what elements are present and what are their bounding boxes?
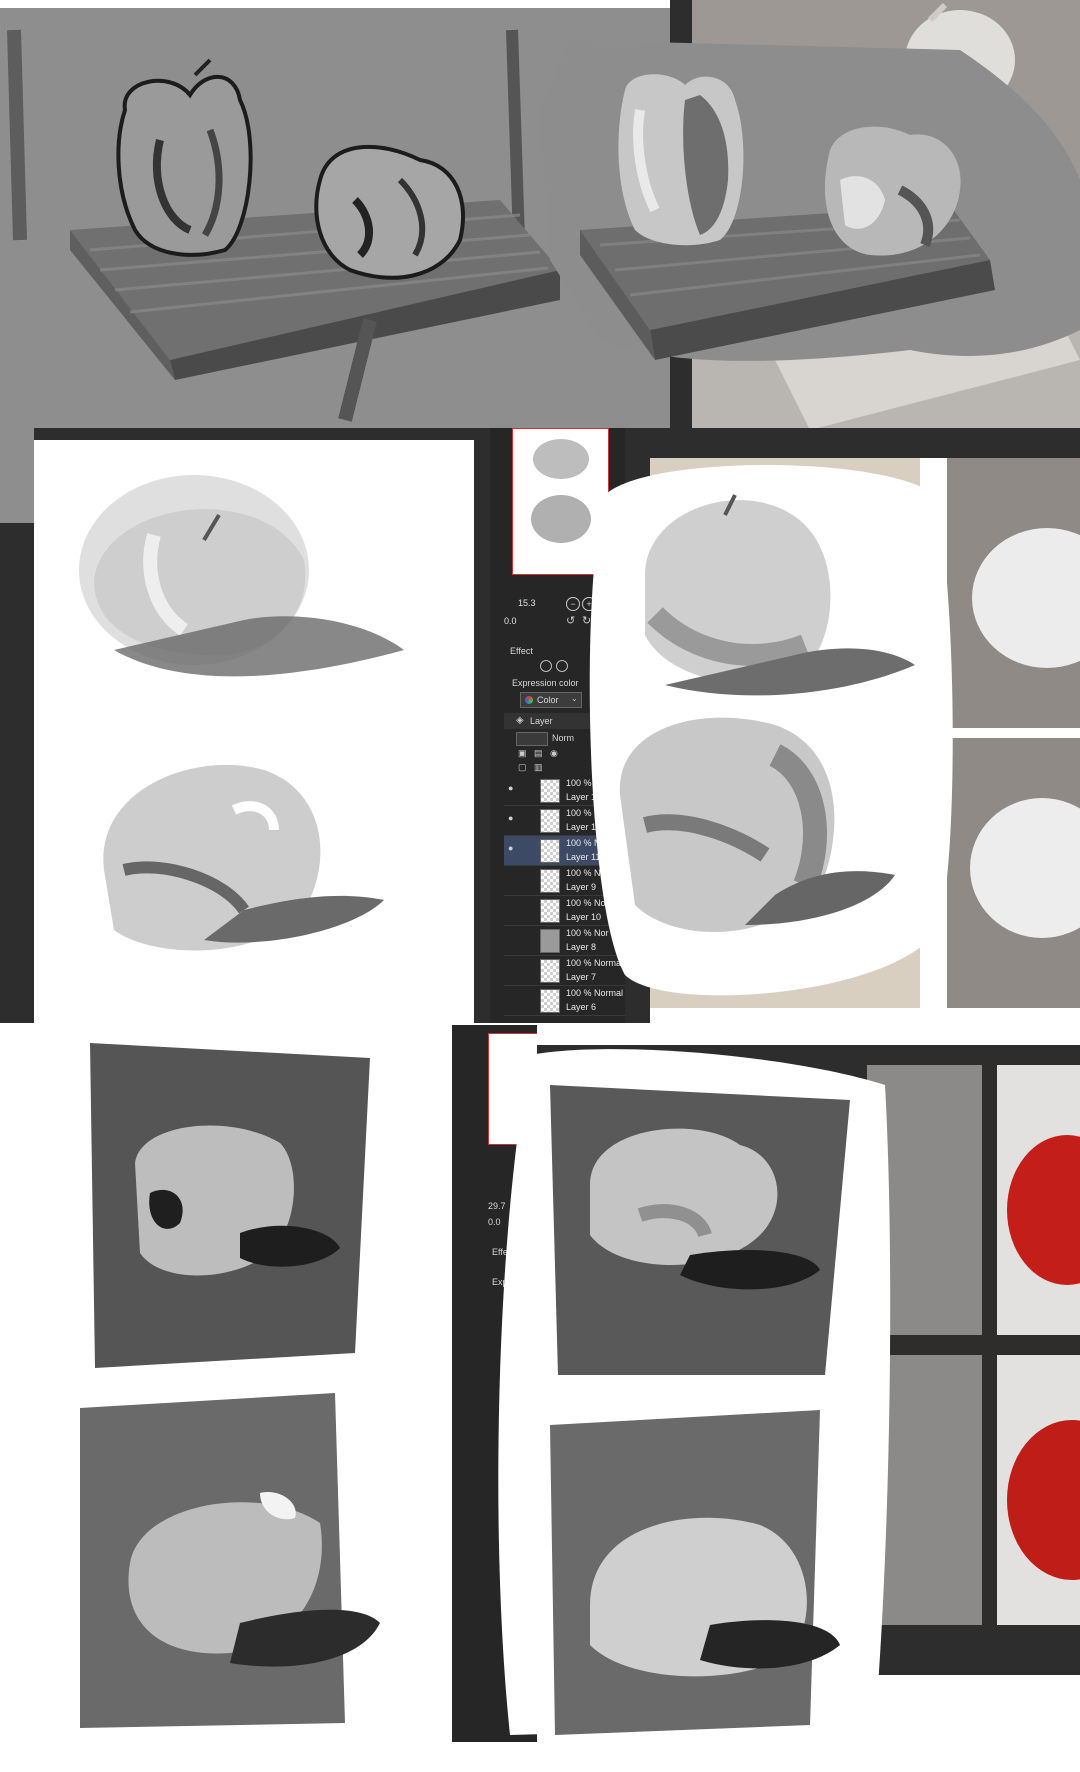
- layer-thumbnail: [540, 959, 560, 983]
- layer-thumbnail: [540, 869, 560, 893]
- ref-photo-red-2: [997, 1355, 1080, 1625]
- reference-apple-1: [972, 528, 1080, 668]
- zoom-out-icon[interactable]: −: [566, 597, 580, 611]
- layer-thumbnail: [540, 809, 560, 833]
- eye-icon[interactable]: ●: [508, 813, 518, 823]
- layer-thumbnail: [540, 839, 560, 863]
- painted-board-overlay: [540, 30, 1080, 370]
- ref-photo-red-1: [997, 1065, 1080, 1335]
- reference-photo-bottom-right: [947, 738, 1080, 1008]
- red-apple-2: [1007, 1420, 1080, 1580]
- layer-stack-icon: ◈: [516, 715, 524, 726]
- clip-icon[interactable]: ▤: [534, 748, 543, 759]
- lock-icon[interactable]: ▣: [518, 748, 527, 759]
- layer-thumbnail: [540, 929, 560, 953]
- new-layer-icon[interactable]: ▢: [518, 762, 527, 773]
- blend-mode-value: Norm: [552, 733, 574, 743]
- expression-color-value: Color: [537, 695, 559, 705]
- color-swatch-icon: [525, 696, 533, 704]
- rotate-value[interactable]: 0.0: [504, 616, 517, 626]
- painted-apples-overlay: [585, 455, 955, 1010]
- painted-values-drawing: [498, 1049, 891, 1735]
- rotate-left-icon[interactable]: ↺: [566, 614, 575, 627]
- layer-thumbnail: [540, 899, 560, 923]
- blend-mode-select[interactable]: [516, 732, 548, 746]
- effect-border-icon[interactable]: [540, 660, 552, 672]
- bottom-left-studies: [0, 1023, 450, 1772]
- layer-thumbnail: [540, 779, 560, 803]
- value-studies-left: [80, 1043, 380, 1728]
- eye-icon[interactable]: ●: [508, 783, 518, 793]
- painted-board-drawing: [540, 40, 1080, 361]
- effect-label: Effect: [510, 646, 533, 656]
- reference-apple-2: [970, 798, 1080, 938]
- reference-icon[interactable]: ◉: [550, 748, 558, 759]
- painted-apples-drawing: [589, 465, 953, 996]
- effect-tone-icon[interactable]: [556, 660, 568, 672]
- eye-icon[interactable]: ●: [508, 843, 518, 853]
- layer-tab[interactable]: Layer: [530, 716, 553, 726]
- expression-color-label: Expression color: [512, 678, 579, 688]
- zoom-value[interactable]: 15.3: [518, 598, 536, 608]
- apple-sketches-drawing: [79, 475, 404, 951]
- expression-color-select[interactable]: Color ⌄: [520, 692, 582, 708]
- mid-left-canvas: [0, 428, 490, 1023]
- red-apple-1: [1007, 1135, 1080, 1285]
- folder-icon[interactable]: ▥: [534, 762, 543, 773]
- painted-values-overlay: [490, 1045, 895, 1735]
- reference-photo-top-right: [947, 458, 1080, 728]
- chevron-down-icon: ⌄: [571, 694, 578, 703]
- layer-thumbnail: [540, 989, 560, 1013]
